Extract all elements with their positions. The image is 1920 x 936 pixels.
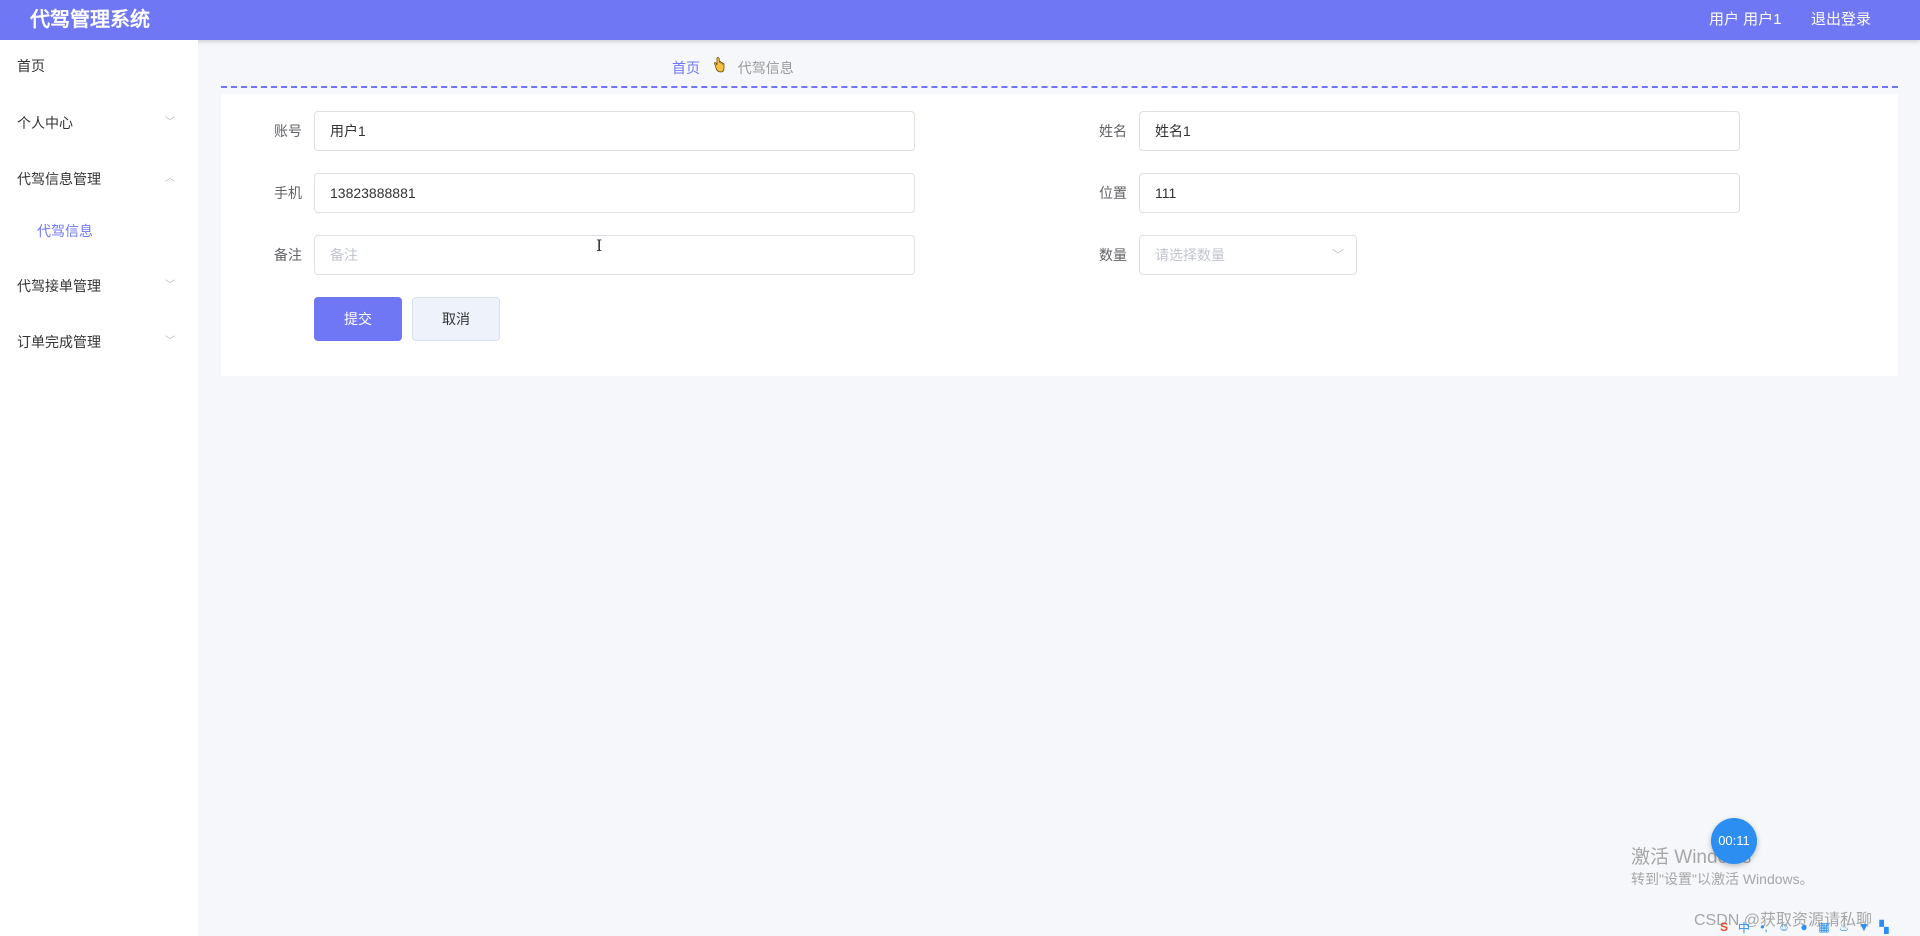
- remark-label: 备注: [274, 247, 302, 263]
- sidebar-item-label: 首页: [17, 58, 45, 74]
- sidebar-item-personal-center[interactable]: 个人中心 ﹀: [0, 103, 198, 143]
- current-user-label: 用户 用户1: [1709, 11, 1782, 28]
- chevron-up-icon: ︿: [165, 173, 175, 184]
- emoji-icon[interactable]: ☺: [1776, 920, 1792, 934]
- recording-timer[interactable]: 00:11: [1711, 818, 1757, 864]
- top-header: 代驾管理系统 用户 用户1 退出登录: [0, 0, 1920, 40]
- sidebar-item-driving-info-management[interactable]: 代驾信息管理 ︿: [0, 159, 198, 199]
- phone-label: 手机: [274, 185, 302, 201]
- skin-icon[interactable]: ♨: [1836, 920, 1852, 934]
- sidebar-subitem-driving-info[interactable]: 代驾信息: [0, 211, 198, 251]
- punctuation-icon[interactable]: •,: [1756, 920, 1772, 934]
- logout-link[interactable]: 退出登录: [1811, 0, 1871, 40]
- system-tray: S 中 •, ☺ ● ▦ ♨ ▼ ▚: [1716, 918, 1920, 936]
- quantity-select[interactable]: 请选择数量 ﹀: [1139, 235, 1357, 275]
- chevron-down-icon: ﹀: [165, 117, 175, 128]
- submit-button[interactable]: 提交: [314, 297, 402, 341]
- phone-input[interactable]: [314, 173, 915, 213]
- sidebar: 首页 个人中心 ﹀ 代驾信息管理 ︿ 代驾信息 代驾接单管理 ﹀ 订单完成管理 …: [0, 40, 198, 936]
- sidebar-subitem-label: 代驾信息: [37, 223, 93, 239]
- sidebar-item-label: 代驾信息管理: [17, 171, 101, 187]
- breadcrumb-divider: [221, 86, 1898, 88]
- quantity-select-placeholder: 请选择数量: [1155, 247, 1225, 263]
- sidebar-item-order-taking-management[interactable]: 代驾接单管理 ﹀: [0, 266, 198, 306]
- sidebar-item-label: 订单完成管理: [17, 334, 101, 350]
- breadcrumb-current: 代驾信息: [737, 60, 794, 76]
- sidebar-item-label: 个人中心: [17, 115, 73, 131]
- chevron-down-icon: ﹀: [165, 280, 175, 291]
- name-label: 姓名: [1099, 123, 1127, 139]
- language-icon[interactable]: 中: [1736, 919, 1752, 936]
- sidebar-item-order-complete-management[interactable]: 订单完成管理 ﹀: [0, 322, 198, 362]
- location-label: 位置: [1099, 185, 1127, 201]
- hand-icon: [712, 57, 726, 79]
- remark-input[interactable]: [314, 235, 915, 275]
- location-input[interactable]: [1139, 173, 1740, 213]
- name-input[interactable]: [1139, 111, 1740, 151]
- breadcrumb-home[interactable]: 首页: [672, 60, 700, 76]
- chevron-down-icon: ﹀: [165, 336, 175, 347]
- grid-icon[interactable]: ▚: [1876, 920, 1892, 934]
- keyboard-icon[interactable]: ▦: [1816, 920, 1832, 934]
- sidebar-item-home[interactable]: 首页: [0, 46, 198, 86]
- ime-icon[interactable]: S: [1716, 920, 1732, 934]
- shirt-icon[interactable]: ▼: [1856, 920, 1872, 934]
- quantity-label: 数量: [1099, 247, 1127, 263]
- sidebar-item-label: 代驾接单管理: [17, 278, 101, 294]
- chevron-down-icon: ﹀: [1331, 248, 1344, 262]
- account-input[interactable]: [314, 111, 915, 151]
- cancel-button[interactable]: 取消: [412, 297, 500, 341]
- app-title: 代驾管理系统: [30, 9, 150, 31]
- account-label: 账号: [274, 123, 302, 139]
- text-cursor-icon: I: [596, 236, 603, 255]
- windows-activation-subtitle: 转到"设置"以激活 Windows。: [1631, 871, 1814, 887]
- breadcrumb: 首页 代驾信息: [672, 57, 794, 77]
- microphone-icon[interactable]: ●: [1796, 920, 1812, 934]
